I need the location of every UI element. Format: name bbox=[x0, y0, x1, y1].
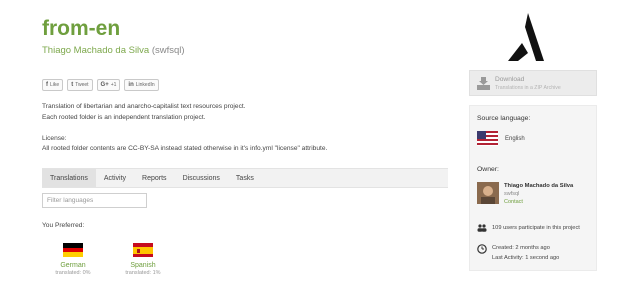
preferred-label: You Preferred: bbox=[42, 222, 85, 229]
source-language-name: English bbox=[505, 136, 525, 142]
owner-username: swfsql bbox=[504, 191, 520, 197]
owner-name-link[interactable]: Thiago Machado da Silva bbox=[42, 45, 149, 56]
language-progress: translated: 0% bbox=[55, 270, 91, 276]
spanish-flag-icon bbox=[133, 243, 153, 257]
german-flag-icon bbox=[63, 243, 83, 257]
language-progress: translated: 1% bbox=[125, 270, 161, 276]
share-buttons: f Like t Tweet G+ +1 in LinkedIn bbox=[42, 79, 159, 91]
filter-languages-input[interactable]: Filter languages bbox=[42, 193, 147, 208]
tab-translations[interactable]: Translations bbox=[42, 169, 96, 187]
facebook-like-button[interactable]: f Like bbox=[42, 79, 64, 91]
contact-link[interactable]: Contact bbox=[504, 199, 523, 205]
license-text: All rooted folder contents are CC-BY-SA … bbox=[42, 145, 328, 152]
facebook-icon: f bbox=[46, 82, 48, 88]
language-name[interactable]: German bbox=[48, 262, 98, 269]
linkedin-button[interactable]: in LinkedIn bbox=[124, 79, 159, 91]
us-flag-icon bbox=[477, 131, 498, 146]
google-plus-icon: G+ bbox=[100, 82, 109, 88]
project-tabs: Translations Activity Reports Discussion… bbox=[42, 168, 448, 188]
logo-icon bbox=[508, 13, 544, 61]
language-card-german[interactable]: German translated: 0% bbox=[48, 243, 98, 276]
language-name[interactable]: Spanish bbox=[118, 262, 168, 269]
owner-name[interactable]: Thiago Machado da Silva bbox=[504, 183, 573, 189]
project-dates: Created: 2 months ago Last Activity: 1 s… bbox=[492, 244, 559, 263]
last-activity: Last Activity: 1 second ago bbox=[492, 254, 560, 261]
tab-reports[interactable]: Reports bbox=[134, 169, 175, 187]
tab-activity[interactable]: Activity bbox=[96, 169, 134, 187]
linkedin-icon: in bbox=[128, 82, 134, 88]
license-heading: License: bbox=[42, 135, 67, 142]
owner-line: Thiago Machado da Silva (swfsql) bbox=[42, 45, 185, 56]
language-card-spanish[interactable]: Spanish translated: 1% bbox=[118, 243, 168, 276]
participants-count: 109 users participate in this project bbox=[492, 225, 580, 231]
twitter-icon: t bbox=[71, 82, 74, 88]
clock-icon bbox=[477, 244, 487, 254]
tab-discussions[interactable]: Discussions bbox=[175, 169, 228, 187]
page-title: from-en bbox=[42, 17, 121, 40]
avatar[interactable] bbox=[477, 182, 499, 204]
project-description: Translation of libertarian and anarcho-c… bbox=[42, 103, 246, 121]
tab-tasks[interactable]: Tasks bbox=[228, 169, 262, 187]
tweet-button[interactable]: t Tweet bbox=[67, 79, 93, 91]
download-subtitle: Translations in a ZIP Archive bbox=[495, 85, 561, 91]
download-button[interactable]: Download Translations in a ZIP Archive bbox=[469, 70, 597, 96]
license-block: License: All rooted folder contents are … bbox=[42, 134, 327, 154]
owner-label: Owner: bbox=[477, 166, 499, 173]
google-plus-button[interactable]: G+ +1 bbox=[96, 79, 121, 91]
users-icon bbox=[477, 224, 487, 232]
download-title: Download bbox=[495, 76, 525, 83]
owner-nick: (swfsql) bbox=[151, 45, 185, 56]
download-icon bbox=[477, 77, 490, 90]
created-date: Created: 2 months ago bbox=[492, 245, 550, 251]
project-info-panel: Source language: English Owner: Thiago M… bbox=[469, 105, 597, 271]
source-language-label: Source language: bbox=[477, 115, 531, 122]
